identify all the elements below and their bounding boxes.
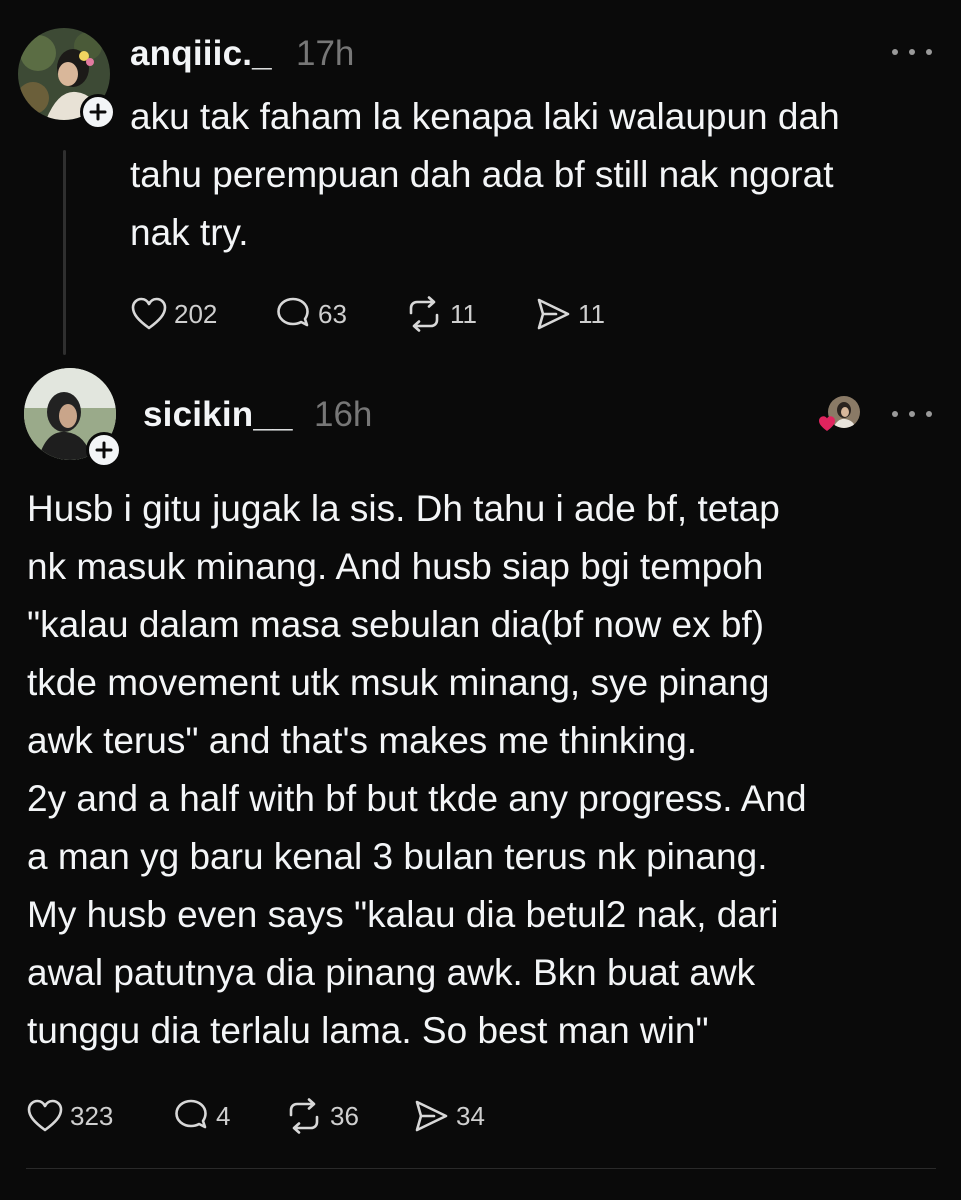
more-options-button[interactable] — [892, 42, 932, 62]
action-bar: 323 4 36 34 — [26, 1098, 512, 1134]
plus-icon — [89, 103, 107, 121]
action-bar: 202 63 11 11 — [130, 296, 634, 332]
send-icon — [415, 1100, 448, 1132]
repost-count: 11 — [450, 298, 477, 329]
thread-post: anqiiic._ 17h aku tak faham la kenapa la… — [0, 0, 961, 360]
repost-icon — [409, 296, 439, 332]
follow-button[interactable] — [80, 94, 116, 130]
username[interactable]: anqiiic._ — [130, 34, 272, 74]
share-count: 34 — [456, 1100, 485, 1131]
repost-button[interactable]: 11 — [404, 296, 534, 332]
share-button[interactable]: 34 — [412, 1098, 512, 1134]
post-text: Husb i gitu jugak la sis. Dh tahu i ade … — [27, 488, 807, 1051]
thread-connector-line — [63, 150, 66, 355]
heart-icon — [27, 1099, 63, 1132]
timestamp: 16h — [314, 395, 373, 434]
reply-button[interactable]: 63 — [274, 296, 404, 332]
timestamp: 17h — [296, 34, 355, 73]
thread-post: sicikin__ 16h Husb i gitu jugak la sis. … — [0, 360, 961, 1200]
comment-bubble-icon — [277, 297, 309, 327]
comment-bubble-icon — [175, 1099, 207, 1129]
share-count: 11 — [578, 298, 605, 329]
repost-count: 36 — [330, 1100, 359, 1131]
plus-icon — [95, 441, 113, 459]
share-button[interactable]: 11 — [534, 296, 634, 332]
reply-button[interactable]: 4 — [172, 1098, 284, 1134]
reply-count: 4 — [216, 1100, 231, 1131]
more-dots-icon — [892, 411, 898, 417]
reply-count: 63 — [318, 298, 347, 329]
more-options-button[interactable] — [892, 404, 932, 424]
heart-icon — [131, 297, 167, 330]
like-button[interactable]: 202 — [130, 296, 274, 332]
like-button[interactable]: 323 — [26, 1098, 172, 1134]
send-icon — [537, 298, 570, 330]
repost-icon — [289, 1098, 319, 1134]
liked-heart-icon — [819, 416, 835, 431]
post-divider — [26, 1168, 936, 1169]
post-text: aku tak faham la kenapa laki walaupun da… — [130, 96, 840, 253]
like-count: 202 — [174, 298, 218, 329]
more-dots-icon — [892, 49, 898, 55]
repost-button[interactable]: 36 — [284, 1098, 412, 1134]
username[interactable]: sicikin__ — [143, 395, 293, 435]
like-count: 323 — [70, 1100, 114, 1131]
follow-button[interactable] — [86, 432, 122, 468]
